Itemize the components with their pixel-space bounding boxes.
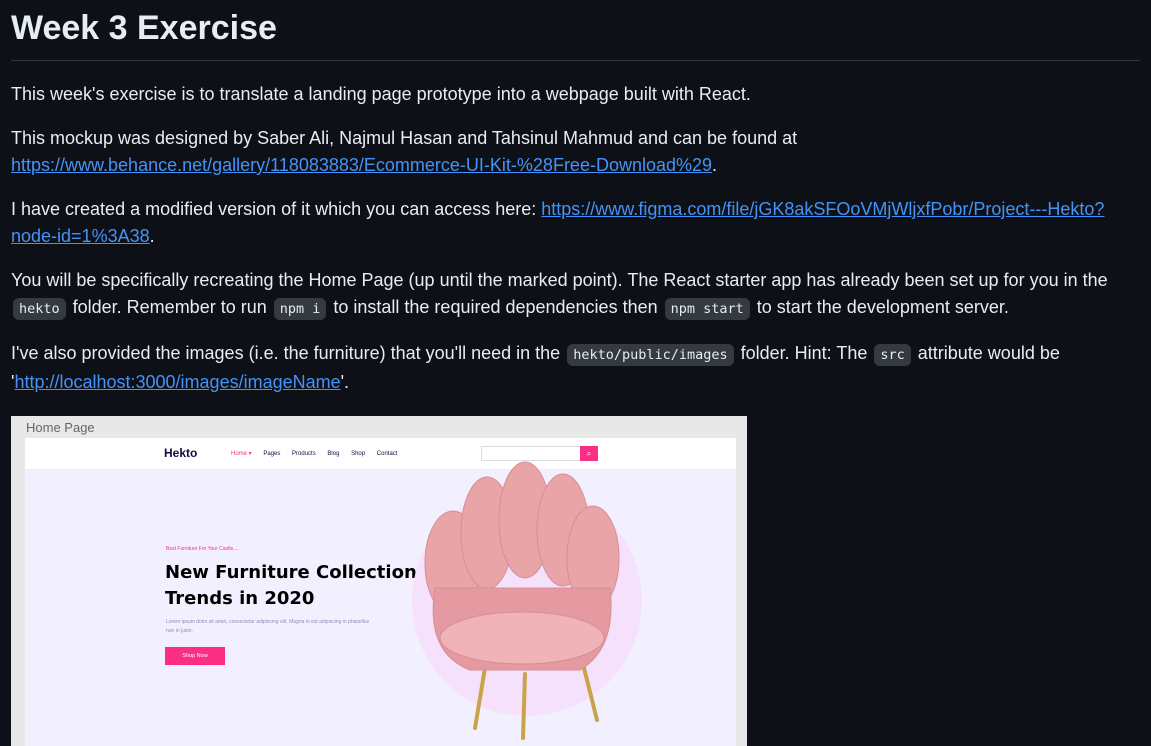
code-npm-i: npm i <box>273 298 327 320</box>
mockup-home-page: Hekto Home ▾ Pages Products Blog Shop Co… <box>25 438 736 746</box>
code-hekto: hekto <box>13 298 66 320</box>
mockup-image: Home Page Hekto Home ▾ Pages Products Bl… <box>11 416 747 746</box>
readme-page: Week 3 Exercise This week's exercise is … <box>0 0 1151 746</box>
behance-link[interactable]: https://www.behance.net/gallery/11808388… <box>11 155 712 175</box>
instructions-paragraph: You will be specifically recreating the … <box>11 267 1140 323</box>
figma-paragraph: I have created a modified version of it … <box>11 199 1105 246</box>
mockup-caption: Home Page <box>26 420 95 435</box>
mockup-source-paragraph: This mockup was designed by Saber Ali, N… <box>11 128 798 175</box>
code-images-path: hekto/public/images <box>567 344 734 366</box>
images-paragraph: I've also provided the images (i.e. the … <box>11 343 1060 392</box>
chair-image <box>424 461 620 740</box>
localhost-link[interactable]: http://localhost:3000/images/imageName <box>14 372 340 392</box>
intro-paragraph: This week's exercise is to translate a l… <box>11 84 751 104</box>
code-npm-start: npm start <box>664 298 750 320</box>
code-src: src <box>874 344 911 366</box>
page-title: Week 3 Exercise <box>11 0 1140 61</box>
